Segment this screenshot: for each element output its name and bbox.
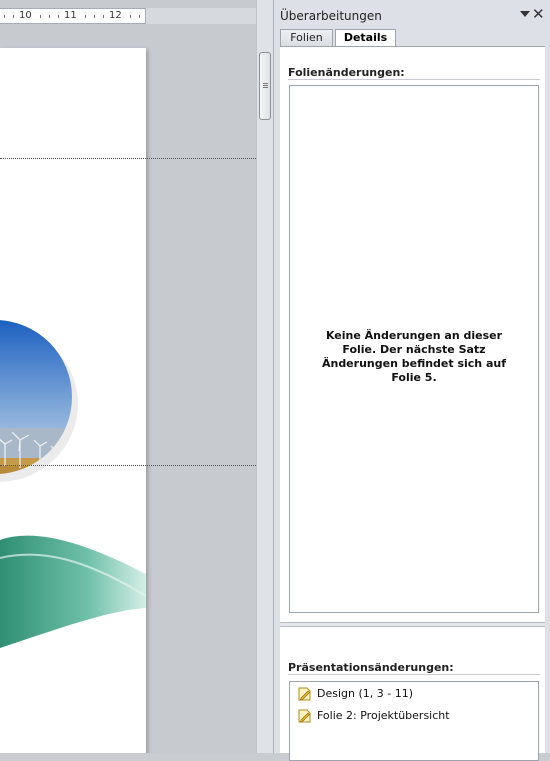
section-divider bbox=[288, 674, 540, 675]
vertical-scrollbar[interactable] bbox=[256, 0, 273, 753]
slide-editor: 10 11 12 bbox=[0, 0, 256, 753]
ruler-tick bbox=[139, 15, 140, 18]
details-panel: Folienänderungen: Keine Änderungen an di… bbox=[280, 47, 545, 761]
ruler-label-11: 11 bbox=[64, 10, 77, 21]
slide-guide-line bbox=[0, 158, 256, 159]
tab-details[interactable]: Details bbox=[335, 29, 396, 47]
grip-line bbox=[263, 87, 268, 88]
ruler-label-10: 10 bbox=[19, 10, 32, 21]
revisions-pane: Überarbeitungen ✕ Folien Details Folienä… bbox=[273, 0, 550, 761]
slide-changes-list[interactable]: Keine Änderungen an dieser Folie. Der nä… bbox=[289, 85, 539, 613]
ruler-tick bbox=[85, 15, 86, 18]
no-changes-message: Keine Änderungen an dieser Folie. Der nä… bbox=[321, 329, 507, 384]
ruler-tick bbox=[49, 15, 50, 18]
presentation-changes-header: Präsentationsänderungen: bbox=[288, 661, 454, 674]
list-item[interactable]: Folie 2: Projektübersicht bbox=[298, 708, 450, 724]
slide-artwork bbox=[0, 320, 146, 648]
grip-line bbox=[263, 85, 268, 86]
grip-line bbox=[263, 83, 268, 84]
ruler-tick bbox=[4, 15, 5, 18]
pane-title: Überarbeitungen bbox=[280, 9, 382, 23]
ruler-tick bbox=[13, 15, 14, 18]
pane-splitter[interactable] bbox=[280, 622, 545, 627]
presentation-changes-list[interactable]: Design (1, 3 - 11) Folie 2: Projektübers… bbox=[289, 681, 539, 761]
scrollbar-thumb[interactable] bbox=[259, 52, 271, 120]
ruler-tick bbox=[40, 15, 41, 18]
list-item[interactable]: Design (1, 3 - 11) bbox=[298, 686, 413, 702]
list-item-label: Design (1, 3 - 11) bbox=[317, 687, 414, 700]
dropdown-arrow-icon[interactable] bbox=[520, 11, 530, 17]
section-divider bbox=[288, 79, 540, 80]
slide-guide-line bbox=[0, 465, 256, 466]
water-wave-graphic bbox=[0, 535, 146, 648]
ruler-tick bbox=[58, 15, 59, 18]
slide-changes-header: Folienänderungen: bbox=[288, 66, 405, 79]
edit-document-icon bbox=[298, 709, 311, 723]
edit-document-icon bbox=[298, 687, 311, 701]
list-item-label: Folie 2: Projektübersicht bbox=[317, 709, 450, 722]
horizontal-ruler[interactable]: 10 11 12 bbox=[0, 8, 146, 24]
ruler-tick bbox=[130, 15, 131, 18]
ruler-tick bbox=[94, 15, 95, 18]
tab-folien[interactable]: Folien bbox=[280, 29, 333, 47]
ruler-tick bbox=[103, 15, 104, 18]
ruler-label-12: 12 bbox=[109, 10, 122, 21]
ruler-background bbox=[146, 8, 256, 24]
slide-canvas[interactable] bbox=[0, 48, 146, 753]
close-icon[interactable]: ✕ bbox=[532, 6, 545, 22]
